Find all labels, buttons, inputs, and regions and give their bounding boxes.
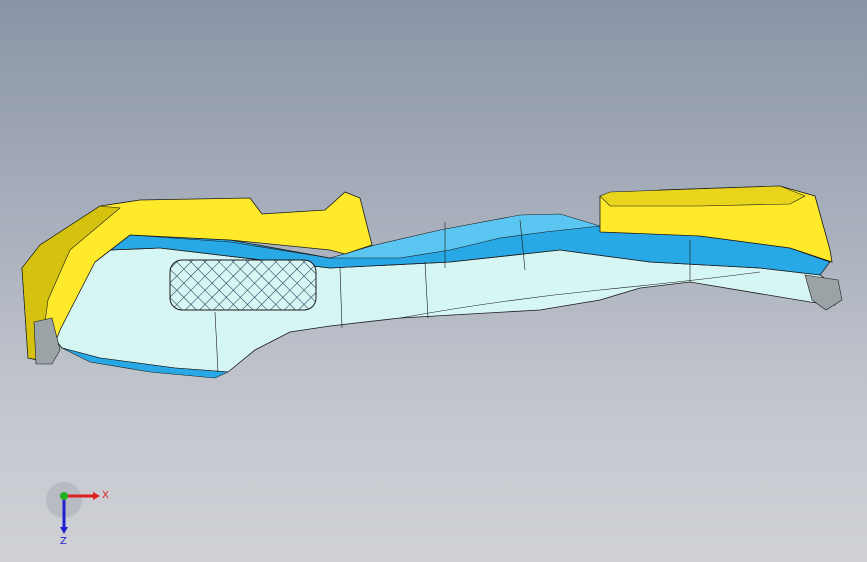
3d-viewport[interactable]: X Z — [0, 0, 867, 562]
orientation-triad[interactable]: X Z — [44, 478, 114, 548]
part-model[interactable] — [0, 0, 867, 562]
z-axis-head — [60, 527, 68, 534]
x-axis-head — [93, 492, 100, 500]
y-axis-dot — [60, 492, 68, 500]
x-axis-label: X — [102, 490, 109, 501]
right-yellow-top — [599, 185, 806, 207]
z-axis-label: Z — [60, 536, 67, 547]
right-end-cap[interactable] — [804, 274, 843, 311]
lower-body-surface[interactable] — [39, 247, 839, 373]
mesh-grille[interactable] — [169, 259, 317, 311]
